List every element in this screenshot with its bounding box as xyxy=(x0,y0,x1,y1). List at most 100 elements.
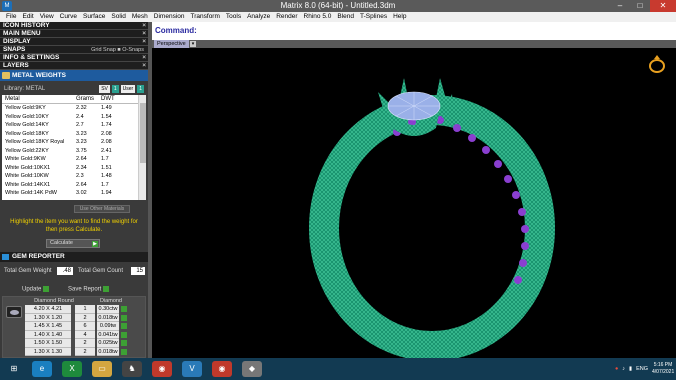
close-icon[interactable]: × xyxy=(142,30,146,38)
play-icon[interactable] xyxy=(121,314,127,321)
gem-row[interactable]: 1.30 X 1.20 2 0.018tw xyxy=(3,313,145,322)
language-indicator[interactable]: ENG xyxy=(636,366,648,372)
unit-toggle[interactable]: 1 xyxy=(137,85,144,93)
menu-transform[interactable]: Transform xyxy=(188,12,223,22)
total-gem-weight-value: .48 xyxy=(57,267,73,275)
ie-icon[interactable]: e xyxy=(32,361,52,377)
menu-view[interactable]: View xyxy=(37,12,57,22)
tray-volume-icon[interactable]: ♪ xyxy=(622,366,625,372)
chrome-icon[interactable]: ◉ xyxy=(152,361,172,377)
gem-row[interactable]: 4.20 X 4.21 1 0.30ctw xyxy=(3,305,145,314)
menu-surface[interactable]: Surface xyxy=(80,12,108,22)
minimize-button[interactable]: – xyxy=(610,0,630,12)
vsd-icon[interactable]: V xyxy=(182,361,202,377)
menu-curve[interactable]: Curve xyxy=(57,12,80,22)
metal-row[interactable]: White Gold:10KX1 2.34 1.51 xyxy=(2,164,146,173)
menu-dimension[interactable]: Dimension xyxy=(151,12,188,22)
section-main-menu[interactable]: MAIN MENU × xyxy=(0,30,148,38)
use-other-materials-button[interactable]: Use Other Materials xyxy=(74,205,130,213)
menu-solid[interactable]: Solid xyxy=(108,12,128,22)
clock[interactable]: 5:16 PM 4/07/2021 xyxy=(652,362,674,376)
section-snaps[interactable]: SNAPS Grid Snap ■ O-Snaps xyxy=(0,46,148,54)
total-gem-count-value: 15 xyxy=(131,267,145,275)
gem-row[interactable]: 1.50 X 1.50 2 0.025tw xyxy=(3,339,145,348)
metal-row[interactable]: Yellow Gold:10KY 2.4 1.54 xyxy=(2,113,146,122)
gem-reporter-header[interactable]: GEM REPORTER xyxy=(0,252,148,262)
play-icon xyxy=(43,286,50,292)
menu-file[interactable]: File xyxy=(3,12,19,22)
menu-blend[interactable]: Blend xyxy=(334,12,357,22)
matrix-app-icon[interactable]: M xyxy=(2,1,12,11)
metal-row[interactable]: Yellow Gold:9KY 2.32 1.49 xyxy=(2,104,146,113)
gem-reporter-icon xyxy=(2,254,9,260)
save-report-button[interactable]: Save Report xyxy=(68,286,110,293)
unit-toggle[interactable]: 1 xyxy=(111,85,119,93)
metal-row[interactable]: White Gold:14K PdW 3.02 1.94 xyxy=(2,189,146,198)
play-icon[interactable] xyxy=(121,323,127,329)
close-icon[interactable]: × xyxy=(142,62,146,70)
tab-perspective[interactable]: Perspective xyxy=(154,40,189,48)
metal-row[interactable]: Yellow Gold:22KY 3.75 2.41 xyxy=(2,147,146,156)
tray-network-icon[interactable]: ▮ xyxy=(629,366,632,372)
perspective-viewport[interactable] xyxy=(152,48,676,358)
play-icon[interactable] xyxy=(121,340,127,346)
scroll-thumb[interactable] xyxy=(140,103,146,163)
section-info-settings[interactable]: INFO & SETTINGS × xyxy=(0,54,148,62)
metal-table-scrollbar[interactable] xyxy=(138,95,146,200)
system-tray: ● ♪ ▮ ENG 5:16 PM 4/07/2021 xyxy=(615,358,674,380)
section-display[interactable]: DISPLAY × xyxy=(0,38,148,46)
menu-analyze[interactable]: Analyze xyxy=(244,12,273,22)
close-icon[interactable]: × xyxy=(142,54,146,62)
close-icon[interactable]: × xyxy=(142,38,146,46)
tray-alert-icon[interactable]: ● xyxy=(615,366,618,372)
chevron-down-icon[interactable]: ▾ xyxy=(190,41,196,47)
ring-model xyxy=(309,78,555,358)
metal-row[interactable]: Yellow Gold:18KY Royal 3.23 2.08 xyxy=(2,138,146,147)
matrix-icon[interactable]: ◆ xyxy=(242,361,262,377)
menu-edit[interactable]: Edit xyxy=(19,12,36,22)
metal-weights-icon xyxy=(2,72,10,79)
gem-row[interactable]: 1.30 X 1.30 2 0.018tw xyxy=(3,347,145,356)
gem-row[interactable]: 1.40 X 1.40 4 0.041tw xyxy=(3,330,145,339)
metal-row[interactable]: Yellow Gold:18KY 3.23 2.08 xyxy=(2,130,146,139)
play-icon[interactable] xyxy=(121,331,127,338)
snap-options[interactable]: Grid Snap ■ O-Snaps xyxy=(91,46,144,54)
menu-render[interactable]: Render xyxy=(273,12,300,22)
metal-weights-header[interactable]: METAL WEIGHTS xyxy=(0,70,148,81)
viewport-tabstrip: Perspective ▾ xyxy=(152,40,676,48)
close-button[interactable]: ✕ xyxy=(650,0,676,12)
file-explorer-icon[interactable]: ▭ xyxy=(92,361,112,377)
play-icon[interactable] xyxy=(121,306,127,312)
gem-table-header: Diamond Round Diamond xyxy=(34,298,122,304)
start-button[interactable]: ⊞ xyxy=(6,361,22,377)
unit-sv-button[interactable]: SV xyxy=(99,85,110,93)
close-icon[interactable]: × xyxy=(142,22,146,30)
gem-row[interactable]: 1.45 X 1.45 6 0.09tw xyxy=(3,322,145,331)
menu-tsplines[interactable]: T-Splines xyxy=(357,12,390,22)
maximize-button[interactable]: □ xyxy=(630,0,650,12)
rhino-icon[interactable]: ♞ xyxy=(122,361,142,377)
metal-row[interactable]: White Gold:10KW 2.3 1.48 xyxy=(2,172,146,181)
excel-icon[interactable]: X xyxy=(62,361,82,377)
calculate-button[interactable]: Calculate ▶ xyxy=(46,239,100,248)
metal-row[interactable]: White Gold:9KW 2.64 1.7 xyxy=(2,155,146,164)
menu-rhino5[interactable]: Rhino 5.0 xyxy=(301,12,335,22)
gem-table: Diamond Round Diamond 4.20 X 4.21 1 0.30ct… xyxy=(2,296,146,358)
play-icon xyxy=(103,286,110,292)
metal-table: Metal Grams DWT Yellow Gold:9KY 2.32 1.49 Y… xyxy=(2,95,146,200)
chrome-icon[interactable]: ◉ xyxy=(212,361,232,377)
unit-controls: SV 1 User 1 xyxy=(99,85,144,93)
play-icon[interactable] xyxy=(121,348,127,355)
unit-user-button[interactable]: User xyxy=(120,85,136,93)
metal-row[interactable]: White Gold:14KX1 2.64 1.7 xyxy=(2,181,146,190)
update-button[interactable]: Update xyxy=(22,286,50,293)
section-layers[interactable]: LAYERS × xyxy=(0,62,148,70)
menu-help[interactable]: Help xyxy=(390,12,409,22)
diamond-round-icon[interactable] xyxy=(6,306,22,318)
play-icon: ▶ xyxy=(92,241,98,247)
command-bar[interactable]: Command: xyxy=(152,22,676,40)
metal-row[interactable]: Yellow Gold:14KY 2.7 1.74 xyxy=(2,121,146,130)
section-icon-history[interactable]: ICON HISTORY × xyxy=(0,22,148,30)
menu-tools[interactable]: Tools xyxy=(223,12,244,22)
menu-mesh[interactable]: Mesh xyxy=(129,12,151,22)
